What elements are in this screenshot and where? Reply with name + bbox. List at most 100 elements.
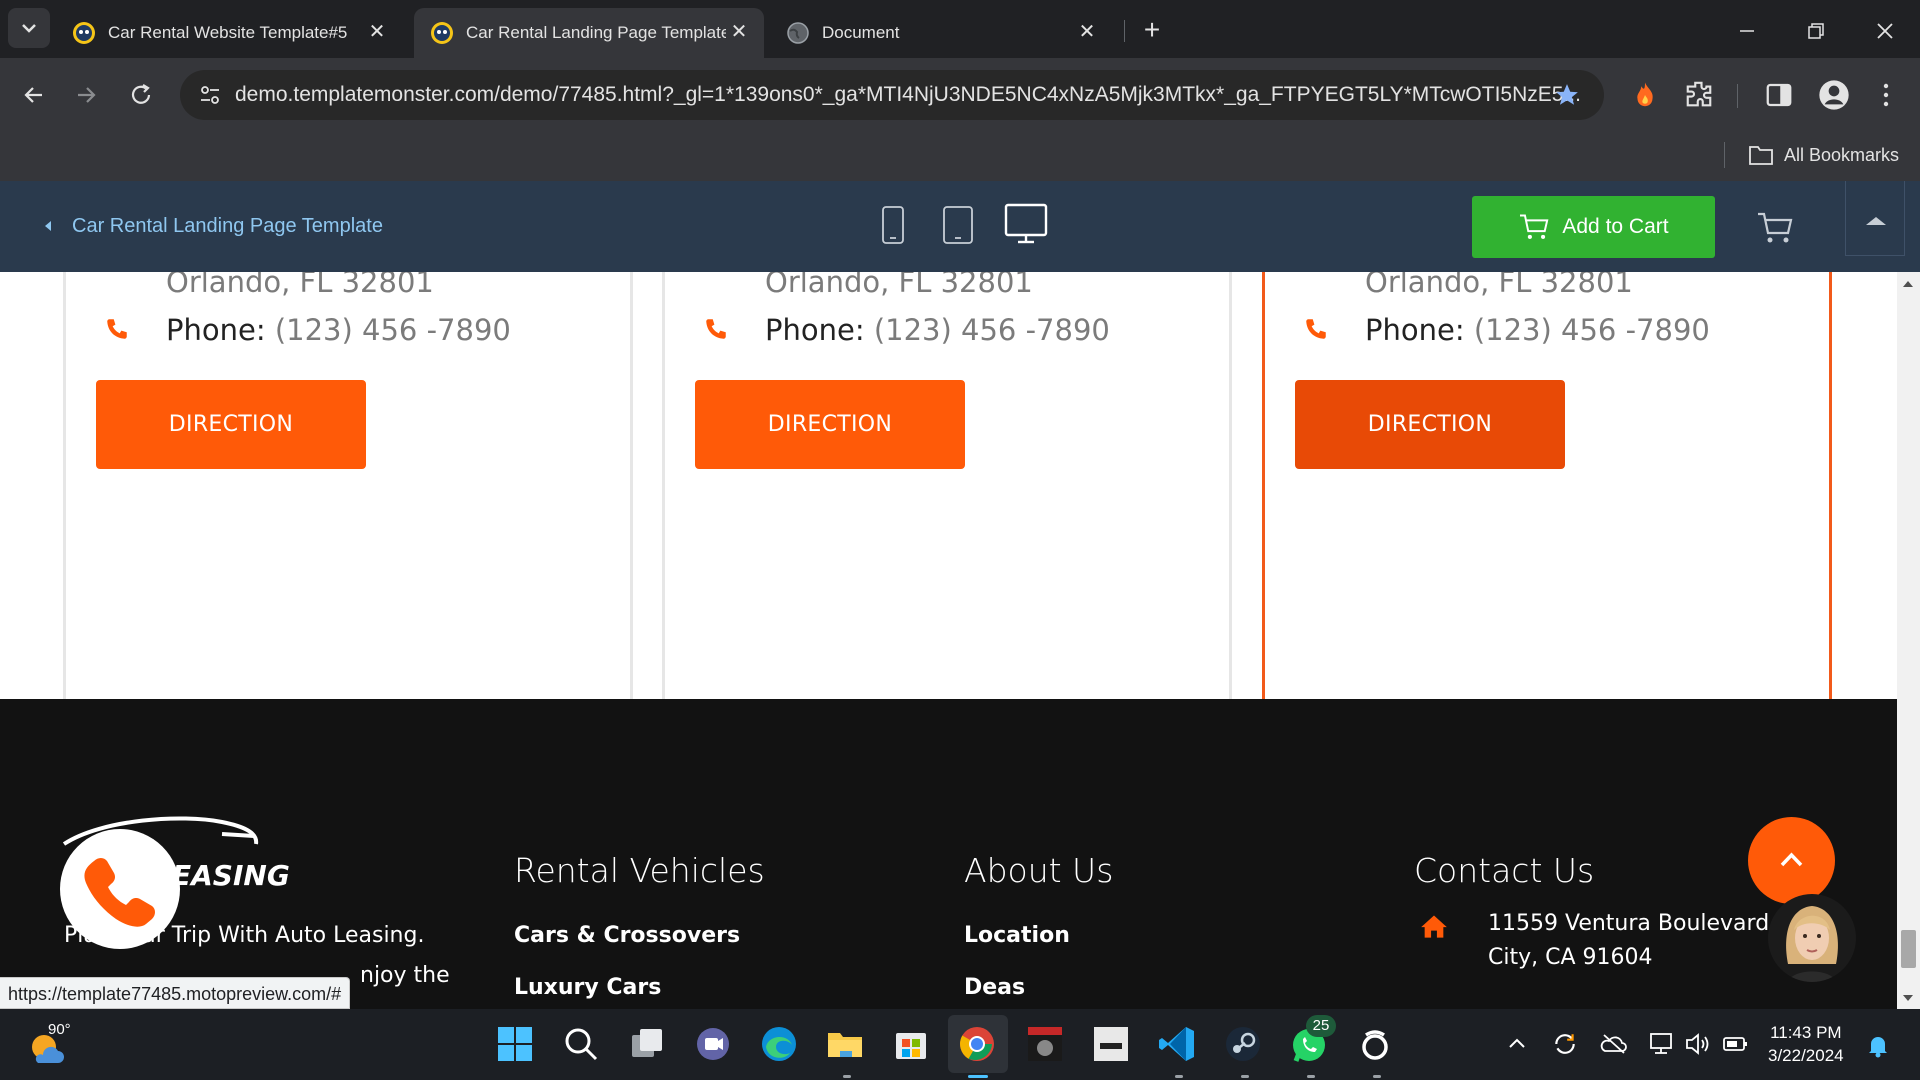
chrome-icon[interactable] bbox=[956, 1023, 998, 1065]
phone-icon bbox=[1306, 319, 1326, 339]
collapse-bar-button[interactable] bbox=[1845, 181, 1905, 256]
call-now-button[interactable] bbox=[60, 829, 180, 949]
tab-car-rental-website[interactable]: Car Rental Website Template#5 ✕ bbox=[58, 8, 402, 58]
battery-icon[interactable] bbox=[1722, 1033, 1750, 1055]
onedrive-icon[interactable] bbox=[1600, 1033, 1628, 1055]
phone-label: Phone: bbox=[765, 313, 865, 347]
template-title-link[interactable]: Car Rental Landing Page Template bbox=[72, 215, 383, 238]
tab-document[interactable]: Document ✕ bbox=[772, 8, 1112, 58]
bookmark-star-icon[interactable] bbox=[1554, 82, 1580, 108]
fifa-game-icon[interactable] bbox=[1090, 1023, 1132, 1065]
back-button[interactable] bbox=[16, 78, 50, 112]
forward-button[interactable] bbox=[70, 78, 104, 112]
footer-link-cars-crossovers[interactable]: Cars & Crossovers bbox=[514, 923, 740, 948]
steam-icon[interactable] bbox=[1222, 1023, 1264, 1065]
browser-menu-icon[interactable] bbox=[1874, 80, 1898, 110]
site-info-icon[interactable] bbox=[198, 83, 222, 107]
running-indicator bbox=[968, 1075, 988, 1078]
side-panel-icon[interactable] bbox=[1764, 80, 1794, 110]
location-city: Orlando, FL 32801 bbox=[166, 272, 434, 299]
system-clock[interactable]: 11:43 PM 3/22/2024 bbox=[1768, 1021, 1844, 1067]
footer-link-luxury-cars[interactable]: Luxury Cars bbox=[514, 975, 661, 1000]
close-icon bbox=[1877, 23, 1893, 39]
page-content: Orlando, FL 32801 Phone: (123) 456 -7890… bbox=[0, 272, 1897, 1009]
footer-tagline-continued: njoy the bbox=[360, 963, 450, 988]
phone-icon bbox=[84, 858, 155, 927]
all-bookmarks-label: All Bookmarks bbox=[1784, 144, 1900, 165]
cart-icon[interactable] bbox=[1756, 211, 1794, 245]
desktop-view-icon[interactable] bbox=[1004, 203, 1048, 245]
direction-button[interactable]: DIRECTION bbox=[96, 380, 366, 469]
scroll-up-arrow-icon[interactable] bbox=[1901, 278, 1915, 290]
task-view-icon[interactable] bbox=[626, 1023, 668, 1065]
weather-widget[interactable]: 90° bbox=[28, 1021, 88, 1069]
windows-start-icon[interactable] bbox=[494, 1023, 536, 1065]
search-icon[interactable] bbox=[560, 1023, 602, 1065]
reload-icon bbox=[131, 84, 151, 104]
minimize-button[interactable] bbox=[1732, 16, 1762, 46]
tablet-view-icon[interactable] bbox=[942, 205, 974, 245]
pes-game-icon[interactable] bbox=[1024, 1023, 1066, 1065]
footer-link-location[interactable]: Location bbox=[964, 923, 1070, 948]
fire-extension-icon[interactable] bbox=[1630, 80, 1660, 110]
footer-address-line1: 11559 Ventura Boulevard, S bbox=[1488, 911, 1798, 936]
direction-button[interactable]: DIRECTION bbox=[695, 380, 965, 469]
network-icon[interactable] bbox=[1648, 1031, 1676, 1057]
file-explorer-icon[interactable] bbox=[824, 1023, 866, 1065]
restore-icon bbox=[1808, 23, 1824, 39]
running-indicator bbox=[843, 1075, 851, 1078]
profile-icon[interactable] bbox=[1818, 79, 1850, 111]
footer-link-deas[interactable]: Deas bbox=[964, 975, 1025, 1000]
footer-heading-contact-us: Contact Us bbox=[1414, 851, 1595, 890]
footer-logo-text: EASING bbox=[172, 859, 290, 892]
chat-agent-avatar[interactable] bbox=[1768, 894, 1856, 982]
sync-icon[interactable] bbox=[1552, 1031, 1578, 1057]
edge-browser-icon[interactable] bbox=[758, 1023, 800, 1065]
close-window-button[interactable] bbox=[1870, 16, 1900, 46]
caret-left-icon[interactable] bbox=[42, 219, 54, 233]
vscode-icon[interactable] bbox=[1156, 1023, 1198, 1065]
address-bar[interactable]: demo.templatemonster.com/demo/77485.html… bbox=[180, 70, 1604, 120]
add-to-cart-button[interactable]: Add to Cart bbox=[1472, 196, 1715, 258]
teams-chat-icon[interactable] bbox=[692, 1023, 734, 1065]
minimize-icon bbox=[1740, 30, 1754, 32]
restore-button[interactable] bbox=[1800, 16, 1830, 46]
mobile-view-icon[interactable] bbox=[880, 205, 906, 245]
chevron-up-icon[interactable] bbox=[1506, 1033, 1528, 1053]
footer-address-line2: City, CA 91604 bbox=[1488, 945, 1653, 970]
tab-divider bbox=[1124, 20, 1125, 42]
close-tab-icon[interactable]: ✕ bbox=[366, 21, 388, 43]
extensions-icon[interactable] bbox=[1684, 79, 1714, 109]
all-bookmarks-button[interactable]: All Bookmarks bbox=[1748, 138, 1899, 172]
clock-date: 3/22/2024 bbox=[1768, 1046, 1844, 1065]
location-city: Orlando, FL 32801 bbox=[1365, 272, 1633, 299]
close-tab-icon[interactable]: ✕ bbox=[1076, 21, 1098, 43]
url-text[interactable]: demo.templatemonster.com/demo/77485.html… bbox=[235, 83, 1581, 107]
tab-search-button[interactable] bbox=[8, 8, 50, 48]
close-tab-icon[interactable]: ✕ bbox=[728, 21, 750, 43]
tab-title: Car Rental Website Template#5 bbox=[108, 23, 348, 42]
home-icon bbox=[1421, 915, 1447, 938]
reload-button[interactable] bbox=[124, 78, 158, 112]
scroll-down-arrow-icon[interactable] bbox=[1901, 992, 1915, 1004]
running-indicator bbox=[1373, 1075, 1381, 1078]
direction-button[interactable]: DIRECTION bbox=[1295, 380, 1565, 469]
scroll-to-top-button[interactable] bbox=[1748, 817, 1835, 904]
running-indicator bbox=[1175, 1075, 1183, 1078]
location-phone: Phone: (123) 456 -7890 bbox=[765, 313, 1110, 347]
clock-time: 11:43 PM bbox=[1770, 1023, 1842, 1042]
microsoft-store-icon[interactable] bbox=[890, 1023, 932, 1065]
scrollbar-thumb[interactable] bbox=[1901, 930, 1916, 968]
page-scrollbar[interactable] bbox=[1897, 272, 1920, 1009]
notification-bell-icon[interactable] bbox=[1866, 1033, 1890, 1059]
location-city: Orlando, FL 32801 bbox=[765, 272, 1033, 299]
location-phone: Phone: (123) 456 -7890 bbox=[1365, 313, 1710, 347]
volume-icon[interactable] bbox=[1684, 1031, 1712, 1057]
footer-heading-about-us: About Us bbox=[964, 851, 1114, 890]
toolbar-divider bbox=[1737, 84, 1738, 108]
tab-car-rental-landing[interactable]: Car Rental Landing Page Template ✕ bbox=[414, 8, 764, 58]
copilot-ring-icon[interactable] bbox=[1354, 1023, 1396, 1065]
whatsapp-badge: 25 bbox=[1306, 1015, 1336, 1037]
bookmarks-divider bbox=[1724, 142, 1725, 168]
new-tab-button[interactable]: + bbox=[1138, 16, 1166, 44]
